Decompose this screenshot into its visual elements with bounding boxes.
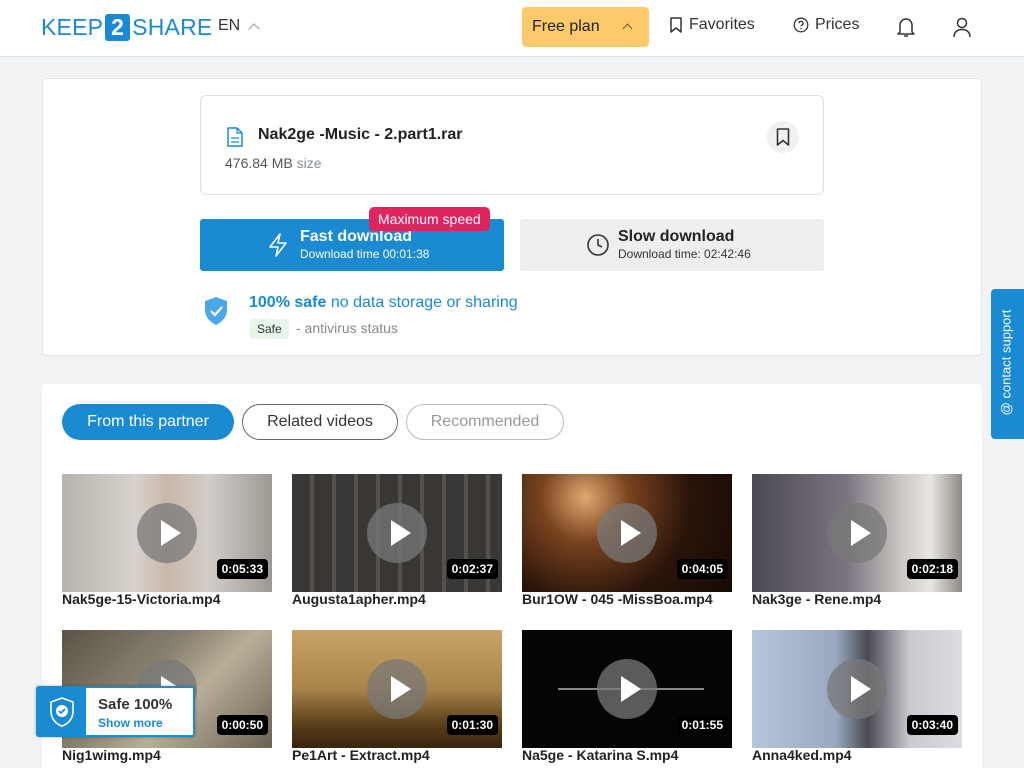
antivirus-status-label: - antivirus status <box>296 320 398 336</box>
play-icon[interactable] <box>137 503 197 563</box>
show-more-link[interactable]: Show more <box>98 716 163 730</box>
clock-icon <box>587 234 609 256</box>
video-duration: 0:05:33 <box>216 559 268 579</box>
tab-recommended[interactable]: Recommended <box>406 404 564 440</box>
plan-label: Free plan <box>532 18 600 35</box>
logo-text-left: KEEP <box>41 14 104 40</box>
video-duration: 0:00:50 <box>216 715 268 735</box>
tab-from-this-partner[interactable]: From this partner <box>62 404 234 440</box>
shield-check-icon <box>205 297 227 325</box>
video-title[interactable]: Anna4ked.mp4 <box>752 747 852 763</box>
video-duration: 0:04:05 <box>676 559 728 579</box>
prices-label: Prices <box>815 16 860 33</box>
video-thumbnail[interactable]: 0:02:18 <box>752 474 962 592</box>
video-duration: 0:01:55 <box>676 715 728 735</box>
safe-widget[interactable]: Safe 100% Show more <box>36 686 195 737</box>
video-duration: 0:01:30 <box>446 715 498 735</box>
chevron-up-icon <box>248 22 260 35</box>
logo-text-mid: 2 <box>105 14 131 41</box>
play-icon[interactable] <box>597 503 657 563</box>
user-icon <box>953 17 971 38</box>
add-to-favorites-button[interactable] <box>767 121 799 153</box>
site-logo[interactable]: KEEP 2 SHARE <box>41 14 212 41</box>
logo-text-right: SHARE <box>132 14 213 40</box>
video-title[interactable]: Na5ge - Katarina S.mp4 <box>522 747 678 763</box>
file-size: 476.84 MB size <box>225 155 322 171</box>
video-title[interactable]: Augusta1apher.mp4 <box>292 591 426 607</box>
favorites-label: Favorites <box>689 16 755 33</box>
language-label: EN <box>218 17 241 34</box>
video-duration: 0:02:37 <box>446 559 498 579</box>
contact-support-text: contact support <box>998 309 1014 399</box>
video-title[interactable]: Nak5ge-15-Victoria.mp4 <box>62 591 220 607</box>
fast-download-time: Download time 00:01:38 <box>300 247 430 261</box>
slow-download-button[interactable]: Slow download Download time: 02:42:46 <box>520 219 824 271</box>
video-duration: 0:03:40 <box>906 715 958 735</box>
bell-icon <box>897 18 915 37</box>
safety-rest: no data storage or sharing <box>330 294 518 311</box>
video-thumbnail[interactable]: 0:05:33 <box>62 474 272 592</box>
file-icon <box>227 127 243 147</box>
file-size-unit: size <box>296 155 322 171</box>
video-duration: 0:02:18 <box>906 559 958 579</box>
shield-check-icon <box>50 696 74 727</box>
safety-strong: 100% safe <box>249 294 327 311</box>
video-thumbnail[interactable]: 0:01:55 <box>522 630 732 748</box>
slow-download-time: Download time: 02:42:46 <box>618 247 751 261</box>
favorites-link[interactable]: Favorites <box>669 16 755 34</box>
slow-download-title: Slow download <box>618 228 735 245</box>
video-title[interactable]: Nig1wimg.mp4 <box>62 747 161 763</box>
file-card <box>200 95 824 195</box>
video-thumbnail[interactable]: 0:04:05 <box>522 474 732 592</box>
video-thumbnail[interactable]: 0:02:37 <box>292 474 502 592</box>
chevron-up-icon <box>622 23 633 34</box>
bookmark-icon <box>776 128 790 146</box>
notifications-button[interactable] <box>894 15 918 39</box>
contact-support-label: @ contact support <box>998 309 1014 416</box>
play-icon[interactable] <box>367 659 427 719</box>
help-circle-icon <box>793 17 809 33</box>
tab-related-videos[interactable]: Related videos <box>242 404 398 440</box>
video-thumbnail[interactable]: 0:03:40 <box>752 630 962 748</box>
file-name: Nak2ge -Music - 2.part1.rar <box>258 126 463 143</box>
bookmark-icon <box>670 17 682 33</box>
video-thumbnail[interactable]: 0:01:30 <box>292 630 502 748</box>
safe-widget-shield <box>38 688 86 735</box>
video-title[interactable]: Nak3ge - Rene.mp4 <box>752 591 881 607</box>
safe-widget-title: Safe 100% <box>98 696 173 713</box>
prices-link[interactable]: Prices <box>793 16 859 34</box>
safe-status-badge: Safe <box>250 319 289 339</box>
file-size-value: 476.84 MB <box>225 155 293 171</box>
safety-statement: 100% safe no data storage or sharing <box>249 294 518 312</box>
video-title[interactable]: Pe1Art - Extract.mp4 <box>292 747 430 763</box>
play-icon[interactable] <box>827 503 887 563</box>
account-button[interactable] <box>950 15 974 39</box>
lightning-icon <box>269 233 287 257</box>
plan-dropdown[interactable]: Free plan <box>522 7 649 47</box>
play-icon[interactable] <box>367 503 427 563</box>
play-icon[interactable] <box>597 659 657 719</box>
top-header: KEEP 2 SHARE EN Free plan Favorites Pric… <box>0 0 1024 57</box>
contact-support-tab[interactable]: @ contact support <box>991 289 1024 439</box>
video-title[interactable]: Bur1OW - 045 -MissBoa.mp4 <box>522 591 713 607</box>
language-selector[interactable]: EN <box>218 17 260 35</box>
maximum-speed-badge: Maximum speed <box>369 207 490 231</box>
play-icon[interactable] <box>827 659 887 719</box>
